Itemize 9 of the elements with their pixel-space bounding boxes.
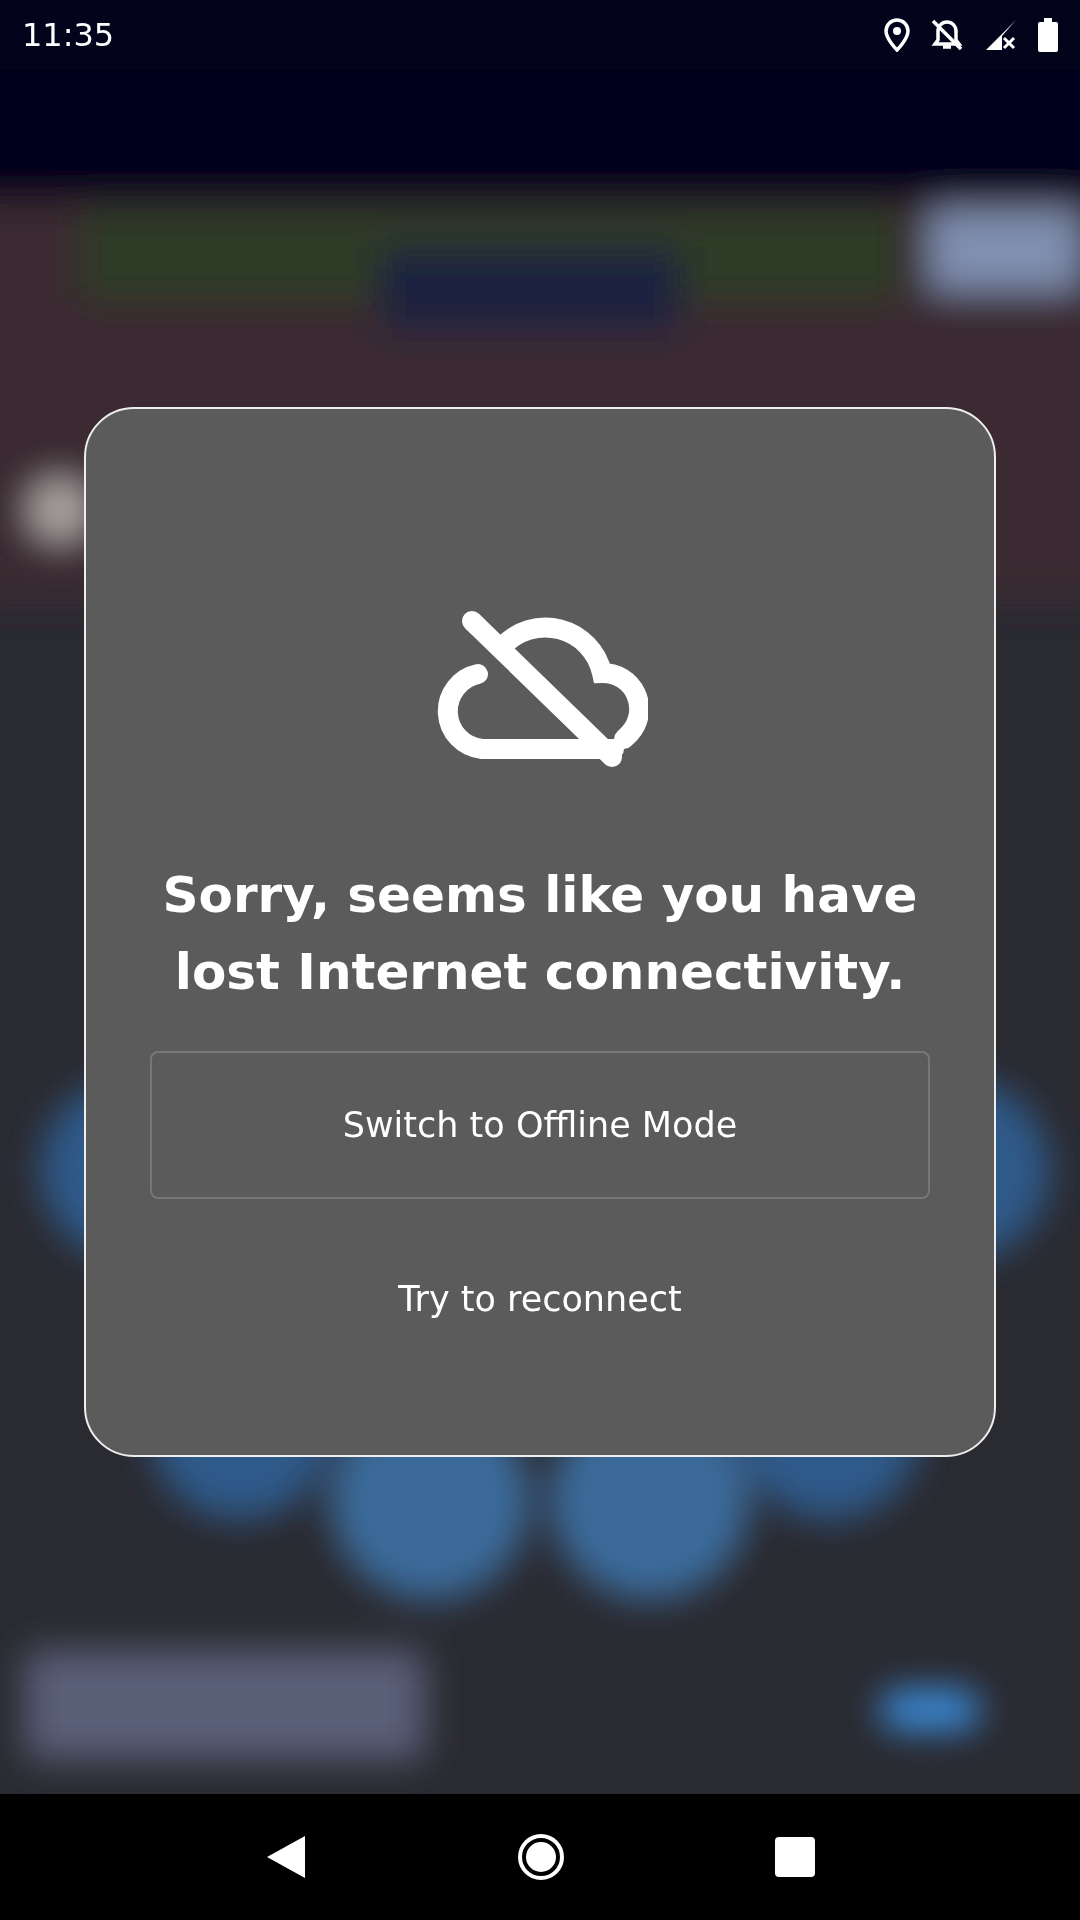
status-time: 11:35 (22, 16, 115, 54)
home-icon[interactable] (517, 1833, 565, 1881)
offline-mode-button[interactable]: Switch to Offline Mode (150, 1051, 930, 1199)
reconnect-button[interactable]: Try to reconnect (368, 1259, 712, 1339)
bell-off-icon (930, 18, 964, 52)
dialog-message: Sorry, seems like you have lost Internet connectivity. (161, 865, 919, 1003)
battery-icon (1038, 18, 1058, 52)
location-icon (884, 18, 910, 52)
back-icon[interactable] (265, 1834, 307, 1880)
